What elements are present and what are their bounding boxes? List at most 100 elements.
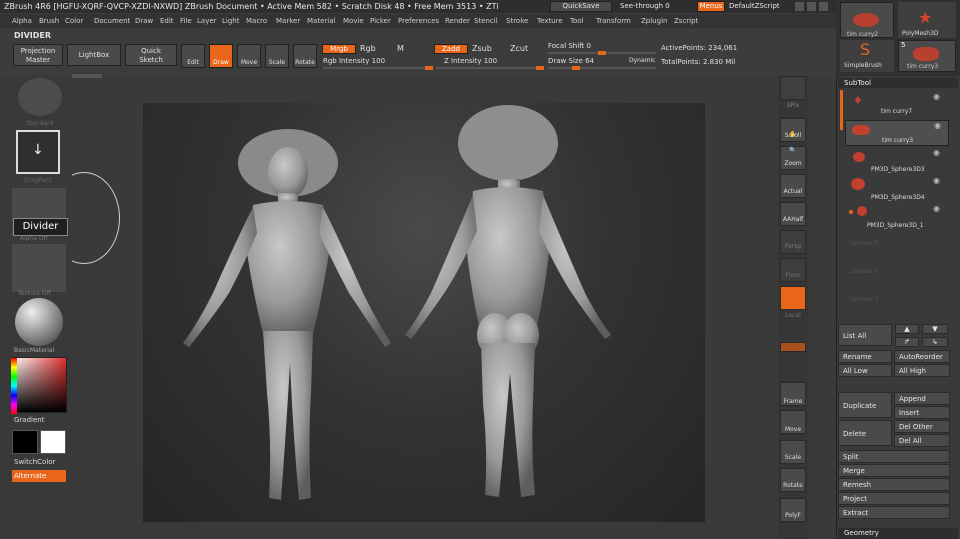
menu-item[interactable]: Document (94, 14, 130, 28)
switchcolor-button[interactable]: SwitchColor (14, 458, 55, 466)
menu-item[interactable]: Zplugin (641, 14, 667, 28)
delete-button[interactable]: Delete (838, 420, 892, 446)
draw-button[interactable]: Draw (209, 44, 233, 68)
menu-item[interactable]: Edit (160, 14, 174, 28)
texture-thumb[interactable] (12, 244, 66, 292)
main-color-swatch[interactable] (40, 430, 66, 454)
window-control-icon[interactable] (819, 2, 828, 11)
quick-sketch-button[interactable]: Quick Sketch (125, 44, 177, 66)
menu-item[interactable]: Macro (246, 14, 267, 28)
subtool-item[interactable]: PM3D_Sphere3D3 ◉ (845, 148, 949, 174)
dragrect-stroke-thumb[interactable]: ↓ (16, 130, 60, 174)
menu-item[interactable]: Stroke (506, 14, 528, 28)
menu-item[interactable]: Layer (197, 14, 217, 28)
eye-icon[interactable]: ◉ (933, 92, 940, 101)
extract-button[interactable]: Extract (838, 506, 950, 519)
remesh-button[interactable]: Remesh (838, 478, 950, 491)
xyz-button[interactable] (780, 342, 806, 352)
spix-slider[interactable]: SPix (778, 102, 808, 109)
material-sphere[interactable] (15, 298, 63, 346)
gradient-label[interactable]: Gradient (14, 416, 44, 424)
menu-item[interactable]: Picker (370, 14, 391, 28)
all-low-button[interactable]: All Low (838, 364, 892, 377)
menu-item[interactable]: Brush (39, 14, 59, 28)
default-zscript-button[interactable]: DefaultZScript (729, 0, 780, 13)
eye-icon[interactable]: ◉ (933, 176, 940, 185)
del-all-button[interactable]: Del All (894, 434, 950, 447)
z-intensity-slider[interactable] (436, 66, 544, 70)
geometry-header[interactable]: Geometry (838, 528, 958, 539)
move-button[interactable]: Move (237, 44, 261, 68)
dynamic-button[interactable]: Dynamic (629, 57, 655, 64)
draw-size-slider[interactable] (548, 66, 656, 70)
all-high-button[interactable]: All High (894, 364, 950, 377)
zadd-button[interactable]: Zadd (434, 44, 468, 54)
menu-item[interactable]: Stencil (474, 14, 498, 28)
scale-button[interactable]: Scale (265, 44, 289, 68)
projection-master-button[interactable]: Projection Master (13, 44, 63, 66)
lightbox-button[interactable]: LightBox (67, 44, 121, 66)
alternate-button[interactable]: Alternate (12, 470, 66, 482)
list-all-button[interactable]: List All (838, 324, 892, 346)
menu-item[interactable]: Zscript (674, 14, 698, 28)
menu-item[interactable]: Draw (135, 14, 153, 28)
brush-standard-thumb[interactable] (18, 78, 62, 116)
bpr-button[interactable] (780, 76, 806, 100)
append-button[interactable]: Append (894, 392, 950, 405)
hue-strip[interactable] (11, 358, 17, 414)
rotate-button[interactable]: Rotate (293, 44, 317, 68)
menu-item[interactable]: Tool (570, 14, 584, 28)
menu-item[interactable]: Transform (596, 14, 631, 28)
eye-icon[interactable]: ◉ (933, 148, 940, 157)
menu-item[interactable]: Marker (276, 14, 300, 28)
color-picker[interactable] (11, 357, 67, 414)
arrow-right-down-button[interactable]: ↳ (922, 337, 948, 347)
arrow-right-up-button[interactable]: ↱ (895, 337, 919, 347)
menu-item[interactable]: Light (222, 14, 239, 28)
subtool-item[interactable]: ♦ tim curry7 ◉ (845, 92, 949, 118)
local-button[interactable] (780, 286, 806, 310)
rename-button[interactable]: Rename (838, 350, 892, 363)
autoreorder-button[interactable]: AutoReorder (894, 350, 950, 363)
tool-thumb-simplebrush[interactable]: S SimpleBrush (840, 40, 894, 72)
merge-button[interactable]: Merge (838, 464, 950, 477)
split-button[interactable]: Split (838, 450, 950, 463)
m-button[interactable]: M (397, 44, 404, 53)
move-down-button[interactable]: ▼ (922, 324, 948, 334)
mrgb-button[interactable]: Mrgb (322, 44, 356, 54)
zcut-button[interactable]: Zcut (510, 44, 528, 53)
quicksave-button[interactable]: QuickSave (550, 1, 612, 12)
menu-item[interactable]: Alpha (12, 14, 32, 28)
window-control-icon[interactable] (795, 2, 804, 11)
subtool-item[interactable]: PM3D_Sphere3D4 ◉ (845, 176, 949, 202)
tool-thumb-tim-curry3[interactable]: 5 tim curry3 (898, 40, 956, 72)
menu-item[interactable]: Render (445, 14, 470, 28)
del-other-button[interactable]: Del Other (894, 420, 950, 433)
menu-item[interactable]: Color (65, 14, 83, 28)
rgb-button[interactable]: Rgb (360, 44, 376, 53)
persp-button[interactable] (780, 230, 806, 254)
move-up-button[interactable]: ▲ (895, 324, 919, 334)
focal-shift-slider[interactable] (548, 51, 656, 55)
window-control-icon[interactable] (807, 2, 816, 11)
see-through-slider[interactable]: See-through 0 (620, 0, 670, 13)
project-button[interactable]: Project (838, 492, 950, 505)
insert-button[interactable]: Insert (894, 406, 950, 419)
subtool-item[interactable]: PM3D_Sphere3D_1 ◉ (845, 204, 949, 230)
duplicate-button[interactable]: Duplicate (838, 392, 892, 418)
edit-button[interactable]: Edit (181, 44, 205, 68)
subtool-scrollbar[interactable] (840, 90, 843, 130)
secondary-color-swatch[interactable] (12, 430, 38, 454)
menu-item[interactable]: Material (307, 14, 335, 28)
menu-item[interactable]: Preferences (398, 14, 439, 28)
menu-item[interactable]: File (180, 14, 192, 28)
zsub-button[interactable]: Zsub (472, 44, 492, 53)
tool-thumb-polymesh3d[interactable]: ★ PolyMesh3D (898, 2, 956, 38)
menus-button[interactable]: Menus (697, 1, 725, 12)
subtool-item-active[interactable]: tim curry3 ◉ (845, 120, 949, 146)
viewport-canvas[interactable] (143, 103, 705, 522)
rgb-intensity-slider[interactable] (323, 66, 433, 70)
tool-thumb-tim-curry2[interactable]: tim curry2 (840, 2, 894, 38)
subtool-header[interactable]: SubTool (838, 78, 958, 88)
eye-icon[interactable]: ◉ (933, 204, 940, 213)
